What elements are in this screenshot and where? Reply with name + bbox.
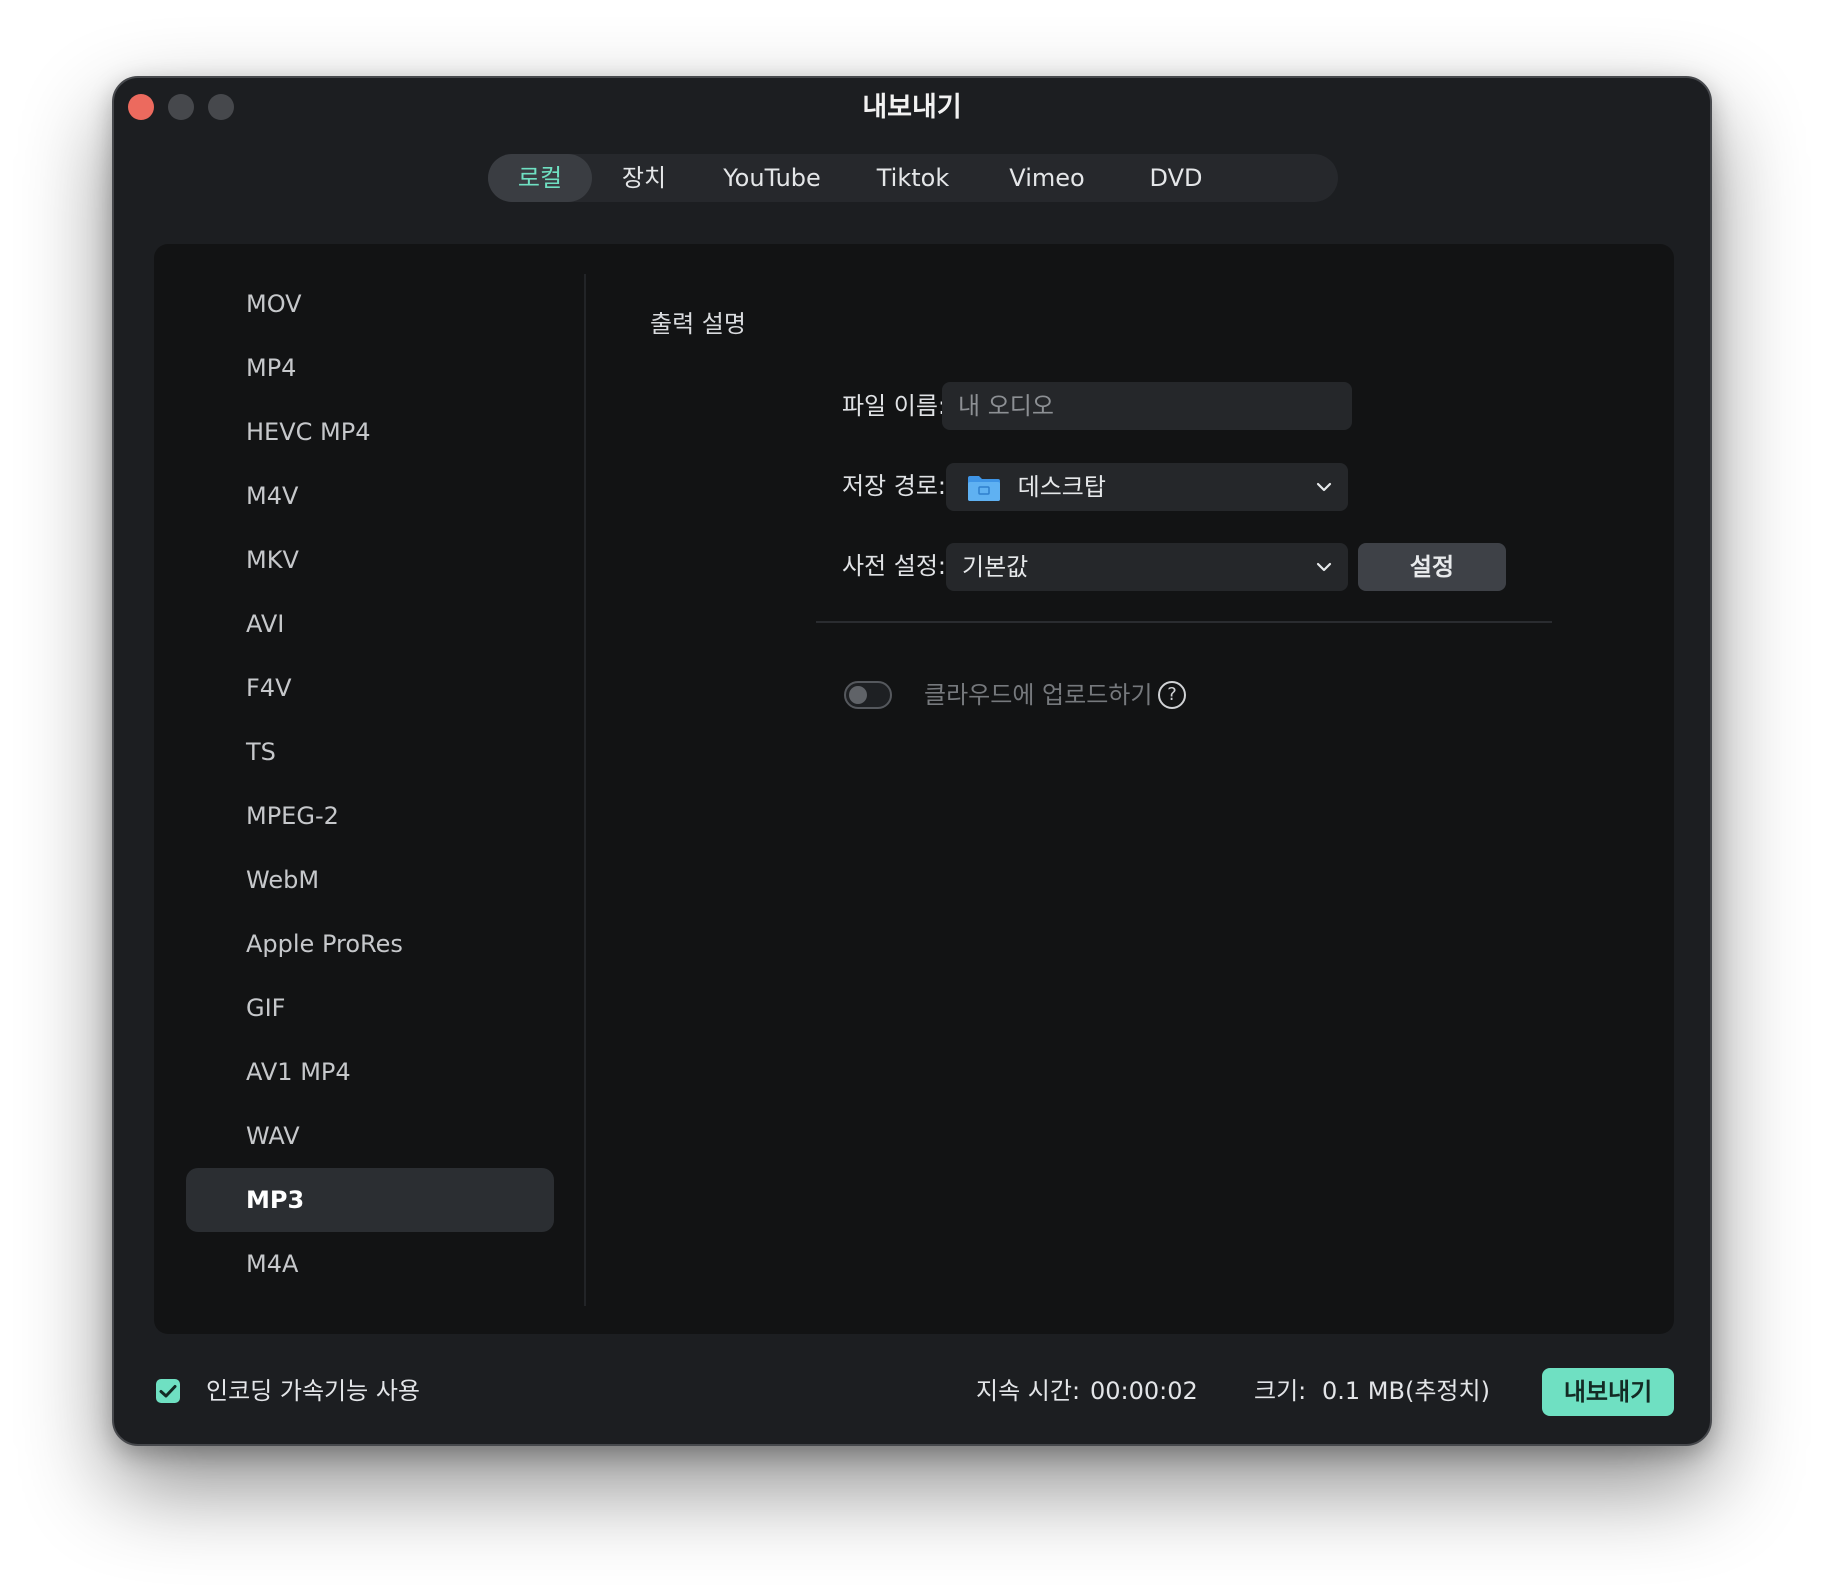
duration-label: 지속 시간: <box>976 1377 1081 1405</box>
cloud-upload-toggle[interactable] <box>844 681 892 709</box>
section-title: 출력 설명 <box>650 310 746 338</box>
preset-value: 기본값 <box>962 553 1029 581</box>
duration-value: 00:00:02 <box>1090 1377 1198 1405</box>
export-settings-panel: MOV MP4 HEVC MP4 M4V MKV AVI F4V TS MPEG… <box>154 244 1674 1334</box>
settings-button[interactable]: 설정 <box>1358 543 1506 591</box>
format-item-wav[interactable]: WAV <box>186 1104 554 1168</box>
format-item-mkv[interactable]: MKV <box>186 528 554 592</box>
size-value: 0.1 MB(추정치) <box>1322 1377 1490 1405</box>
list-divider <box>584 274 586 1306</box>
format-item-webm[interactable]: WebM <box>186 848 554 912</box>
tab-local[interactable]: 로컬 <box>488 154 592 202</box>
format-item-gif[interactable]: GIF <box>186 976 554 1040</box>
format-item-apple-prores[interactable]: Apple ProRes <box>186 912 554 976</box>
toggle-knob <box>849 686 867 704</box>
section-divider <box>816 621 1552 623</box>
tab-tiktok[interactable]: Tiktok <box>854 154 972 202</box>
filename-input[interactable]: 내 오디오 <box>942 382 1352 430</box>
preset-label: 사전 설정: <box>841 552 946 580</box>
export-dialog: 내보내기 로컬 장치 YouTube Tiktok Vimeo DVD MOV … <box>112 76 1712 1446</box>
format-item-m4v[interactable]: M4V <box>186 464 554 528</box>
help-icon[interactable]: ? <box>1158 681 1186 709</box>
filename-label: 파일 이름: <box>841 392 946 420</box>
gpu-acceleration-checkbox[interactable] <box>156 1379 180 1403</box>
format-item-hevc-mp4[interactable]: HEVC MP4 <box>186 400 554 464</box>
tab-vimeo[interactable]: Vimeo <box>988 154 1106 202</box>
gpu-acceleration-label: 인코딩 가속기능 사용 <box>206 1377 420 1405</box>
save-path-value: 데스크탑 <box>1017 473 1106 501</box>
checkmark-icon <box>159 1385 177 1398</box>
size-label: 크기: <box>1254 1377 1307 1405</box>
format-item-m4a[interactable]: M4A <box>186 1232 554 1296</box>
save-path-label: 저장 경로: <box>841 472 946 500</box>
format-item-mp3[interactable]: MP3 <box>186 1168 554 1232</box>
cloud-upload-label: 클라우드에 업로드하기 <box>924 681 1153 709</box>
chevron-down-icon <box>1316 482 1332 492</box>
tab-device[interactable]: 장치 <box>592 154 696 202</box>
tab-youtube[interactable]: YouTube <box>704 154 840 202</box>
format-item-ts[interactable]: TS <box>186 720 554 784</box>
window-title: 내보내기 <box>862 92 962 123</box>
destination-tab-bar: 로컬 장치 YouTube Tiktok Vimeo DVD <box>488 154 1338 202</box>
format-item-f4v[interactable]: F4V <box>186 656 554 720</box>
format-item-mov[interactable]: MOV <box>186 272 554 336</box>
format-item-mp4[interactable]: MP4 <box>186 336 554 400</box>
save-path-select[interactable]: 데스크탑 <box>946 463 1348 511</box>
format-item-av1-mp4[interactable]: AV1 MP4 <box>186 1040 554 1104</box>
format-item-avi[interactable]: AVI <box>186 592 554 656</box>
tab-dvd[interactable]: DVD <box>1118 154 1234 202</box>
export-button[interactable]: 내보내기 <box>1542 1368 1674 1416</box>
chevron-down-icon <box>1316 562 1332 572</box>
preset-select[interactable]: 기본값 <box>946 543 1348 591</box>
folder-icon <box>966 471 1002 501</box>
format-item-mpeg-2[interactable]: MPEG-2 <box>186 784 554 848</box>
